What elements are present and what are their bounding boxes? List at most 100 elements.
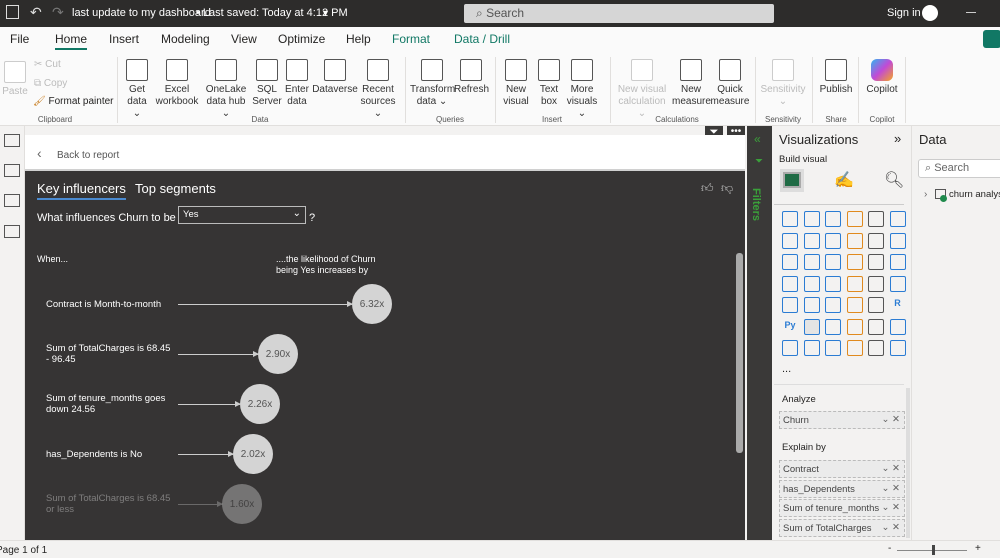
viz-map-icon[interactable] <box>803 275 820 292</box>
tab-top-segments[interactable]: Top segments <box>135 181 216 196</box>
more-visuals-ellipsis[interactable]: ... <box>782 363 791 375</box>
format-visual-icon[interactable]: ✍ <box>834 170 854 190</box>
viz-card-icon[interactable] <box>889 275 906 292</box>
cut-button[interactable]: ✂ Cut <box>34 59 61 70</box>
viz-matrix-icon[interactable] <box>868 297 884 313</box>
viz-slicer-icon[interactable] <box>825 297 841 313</box>
influencer-bubble[interactable]: 2.90x <box>258 334 298 374</box>
analytics-icon[interactable]: 🔍︎ <box>884 170 904 190</box>
viz-clustered-column-icon[interactable] <box>846 211 863 227</box>
influencer-label[interactable]: has_Dependents is No <box>46 449 176 460</box>
data-button-1[interactable]: Excel workbook <box>154 59 200 108</box>
share-icon[interactable] <box>983 30 1000 48</box>
insert-button-2[interactable]: More visuals ⌄ <box>564 59 600 120</box>
data-button-5[interactable]: Dataverse <box>312 59 358 96</box>
calculations-button-1[interactable]: New measure <box>672 59 711 108</box>
chevron-right-icon[interactable]: › <box>924 189 927 200</box>
calculations-button-2[interactable]: Quick measure <box>710 59 750 108</box>
tab-format[interactable]: Format <box>392 32 430 46</box>
viz-pie-icon[interactable] <box>868 254 884 270</box>
queries-button-1[interactable]: Refresh <box>454 59 489 96</box>
viz-gauge-icon[interactable] <box>868 275 884 292</box>
zoom-out-button[interactable]: - <box>888 543 891 554</box>
scrollbar[interactable] <box>736 253 743 453</box>
viz-decomposition-tree-icon[interactable] <box>825 318 841 335</box>
remove-field-icon[interactable]: ⌄ ✕ <box>881 483 900 494</box>
sign-in-link[interactable]: Sign in <box>887 7 921 19</box>
viz-goals-icon[interactable] <box>889 318 906 335</box>
tab-home[interactable]: Home <box>55 32 88 50</box>
viz-azure-map-icon[interactable] <box>846 275 863 292</box>
table-view-icon[interactable] <box>4 164 20 177</box>
viz-slicer-new-icon[interactable] <box>825 340 841 356</box>
viz-treemap-icon[interactable] <box>782 275 798 292</box>
viz-multi-row-card-icon[interactable] <box>782 297 798 313</box>
share-button-0[interactable]: Publish <box>818 59 854 96</box>
viz-stacked-column-icon[interactable] <box>803 211 820 227</box>
influencer-label[interactable]: Sum of TotalCharges is 68.45 or less <box>46 493 176 515</box>
build-visual-fields-tab[interactable] <box>780 169 804 192</box>
report-view-icon[interactable] <box>4 134 20 147</box>
format-painter-button[interactable]: 🖌 Format painter <box>33 96 114 107</box>
viz-line-icon[interactable] <box>782 232 798 249</box>
influencer-label[interactable]: Contract is Month-to-month <box>46 299 176 310</box>
viz-scatter-icon[interactable] <box>846 254 863 270</box>
viz-qa-icon[interactable] <box>846 318 863 335</box>
viz-funnel-icon[interactable] <box>825 254 841 270</box>
viz-donut-icon[interactable] <box>889 254 906 270</box>
thumbs-down-icon[interactable]: 👎︎ <box>721 181 733 196</box>
influencer-bubble[interactable]: 1.60x <box>222 484 262 524</box>
queries-button-0[interactable]: Transform data ⌄ <box>410 59 455 108</box>
viz-100-area-icon[interactable] <box>846 232 863 249</box>
help-icon[interactable]: ? <box>309 212 315 224</box>
viz-line-clustered-icon[interactable] <box>889 232 906 249</box>
viz-stacked-area-icon[interactable] <box>825 232 841 249</box>
avatar-icon[interactable] <box>922 5 938 21</box>
remove-field-icon[interactable]: ⌄ ✕ <box>881 414 900 425</box>
expand-filters-icon[interactable]: « <box>754 132 761 146</box>
tab-data-drill[interactable]: Data / Drill <box>454 32 510 46</box>
viz-key-influencers-icon[interactable] <box>803 318 820 335</box>
data-button-0[interactable]: Get data ⌄ <box>122 59 152 120</box>
remove-field-icon[interactable]: ⌄ ✕ <box>881 463 900 474</box>
viz-waterfall-icon[interactable] <box>803 254 820 270</box>
model-view-icon[interactable] <box>4 194 20 207</box>
viz-table-icon[interactable] <box>846 297 863 313</box>
viz-100-bar-icon[interactable] <box>868 211 884 227</box>
viz-Py-icon[interactable]: Py <box>782 319 798 335</box>
table-item-churn-analysis[interactable]: churn analysis <box>949 189 1000 200</box>
influencer-label[interactable]: Sum of tenure_months goes down 24.56 <box>46 393 176 415</box>
caret-down-icon[interactable]: ▼ <box>321 8 330 18</box>
copilot-button-0[interactable]: Copilot <box>864 59 900 96</box>
explain-by-field-well[interactable]: Sum of TotalCharges ⌄ ✕ <box>779 518 905 537</box>
data-button-2[interactable]: OneLake data hub ⌄ <box>202 59 250 120</box>
zoom-in-button[interactable]: + <box>975 543 981 554</box>
viz-line-column-icon[interactable] <box>868 232 884 249</box>
viz-power-apps-icon[interactable] <box>868 340 884 356</box>
collapse-pane-icon[interactable]: » <box>894 131 901 146</box>
viz-ribbon-icon[interactable] <box>782 254 798 270</box>
data-button-3[interactable]: SQL Server <box>252 59 282 108</box>
data-button-6[interactable]: Recent sources ⌄ <box>360 59 396 120</box>
filters-label[interactable]: Filters <box>750 188 762 221</box>
sensitivity-button-0[interactable]: Sensitivity ⌄ <box>760 59 806 108</box>
save-icon[interactable] <box>6 5 19 19</box>
remove-field-icon[interactable]: ⌄ ✕ <box>881 522 900 533</box>
data-search-input[interactable]: ⌕ Search <box>918 159 1000 178</box>
influencer-label[interactable]: Sum of TotalCharges is 68.45 - 96.45 <box>46 343 176 365</box>
document-title[interactable]: last update to my dashboard <box>72 7 211 19</box>
tab-help[interactable]: Help <box>346 32 371 46</box>
viz-narrative-icon[interactable] <box>868 318 884 335</box>
viz-paginated-icon[interactable] <box>782 340 798 356</box>
minimize-icon[interactable] <box>966 12 976 13</box>
remove-field-icon[interactable]: ⌄ ✕ <box>881 502 900 513</box>
insert-button-0[interactable]: New visual <box>500 59 532 108</box>
churn-value-dropdown[interactable]: Yes ⌄ <box>178 206 306 224</box>
back-to-report-link[interactable]: Back to report <box>57 150 119 161</box>
explain-by-field-well[interactable]: Contract ⌄ ✕ <box>779 460 905 478</box>
viz-button-slicer-icon[interactable] <box>846 340 863 356</box>
influencer-bubble[interactable]: 2.02x <box>233 434 273 474</box>
zoom-slider-thumb[interactable] <box>932 545 935 555</box>
viz-100-column-icon[interactable] <box>889 211 906 227</box>
analyze-field-well[interactable]: Churn ⌄ ✕ <box>779 411 905 429</box>
